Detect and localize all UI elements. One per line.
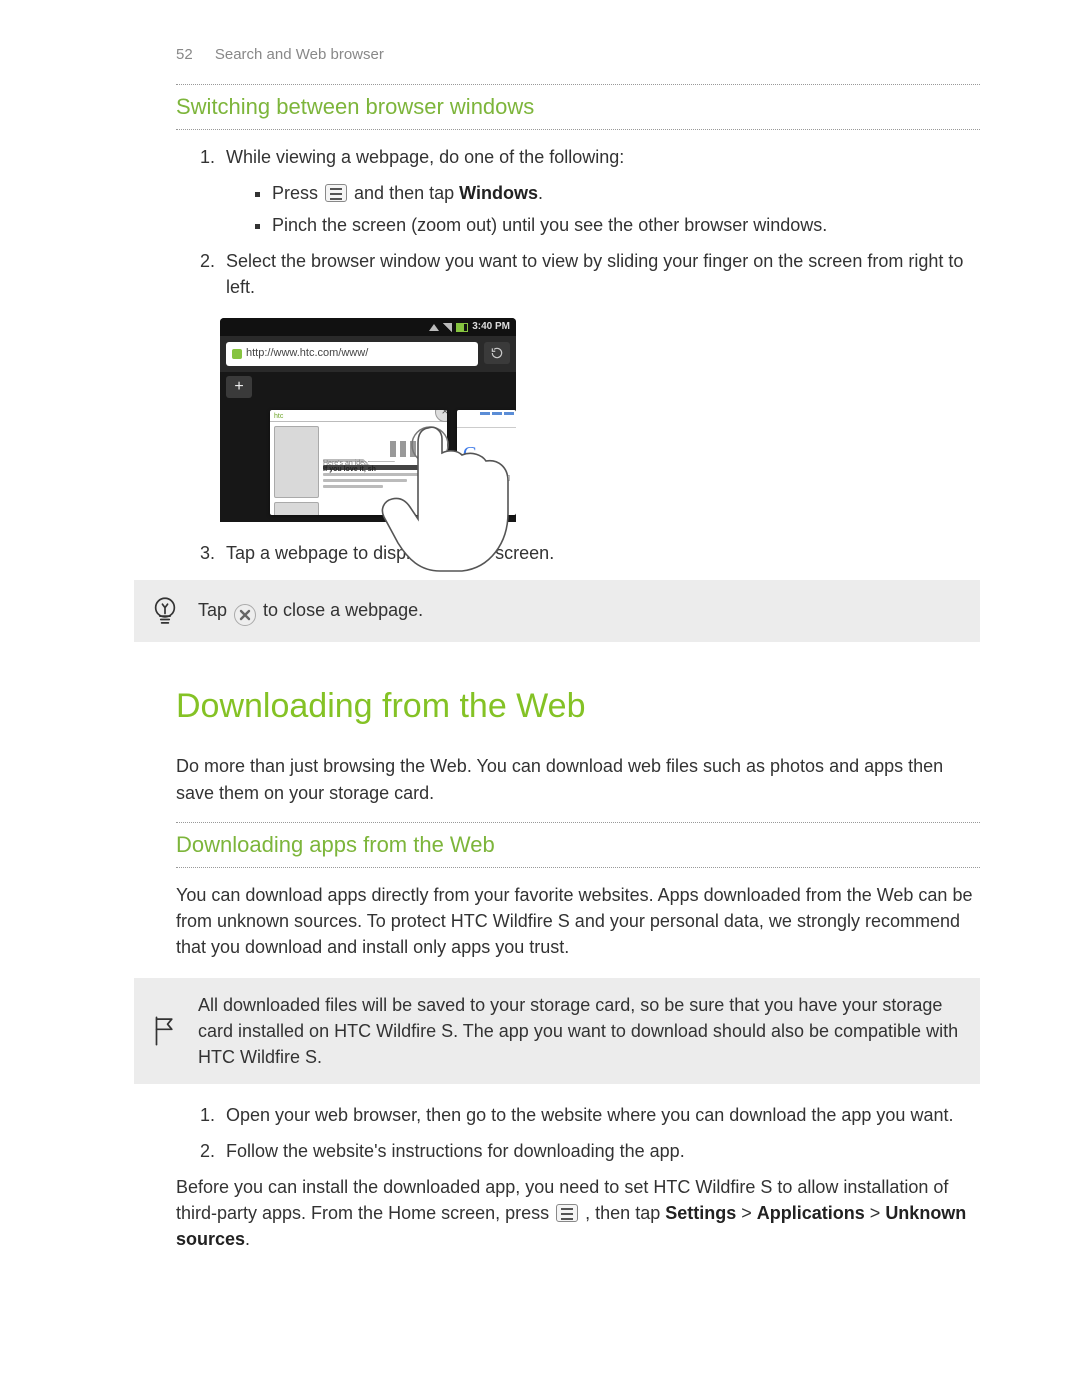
reload-button [484, 342, 510, 364]
tip-text: Tap to close a webpage. [198, 597, 423, 626]
subheading-dl-apps: Downloading apps from the Web [176, 822, 980, 868]
download-steps: Open your web browser, then go to the we… [176, 1102, 980, 1164]
switching-steps: While viewing a webpage, do one of the f… [176, 144, 980, 300]
bullet-pinch: Pinch the screen (zoom out) until you se… [272, 212, 980, 238]
add-tab-button: + [226, 376, 252, 398]
menu-icon [325, 184, 347, 202]
clock-time: 3:40 PM [472, 320, 510, 335]
status-bar: 3:40 PM [220, 318, 516, 336]
step-3: Tap a webpage to display it in full scre… [220, 540, 980, 566]
menu-icon [556, 1204, 578, 1222]
page-header: 52 Search and Web browser [176, 44, 980, 66]
favicon-icon [232, 349, 242, 359]
bullet-press-menu: Press and then tap Windows. [272, 180, 980, 206]
step-1-bullets: Press and then tap Windows. Pinch the sc… [226, 180, 980, 238]
dl-step-2: Follow the website's instructions for do… [220, 1138, 980, 1164]
swipe-hand-icon [350, 403, 550, 573]
download-intro: Do more than just browsing the Web. You … [176, 753, 980, 805]
subheading-switching: Switching between browser windows [176, 84, 980, 130]
step-2: Select the browser window you want to vi… [220, 248, 980, 300]
dl-step-1: Open your web browser, then go to the we… [220, 1102, 980, 1128]
section-title: Search and Web browser [215, 46, 384, 63]
close-icon [234, 604, 256, 626]
signal-icon [443, 323, 452, 332]
settings-label: Settings [665, 1203, 736, 1223]
wifi-icon [429, 322, 439, 331]
battery-icon [456, 323, 468, 332]
tip-bulb-icon [148, 594, 182, 628]
address-field: http://www.htc.com/www/ [226, 342, 478, 366]
applications-label: Applications [757, 1203, 865, 1223]
tip-box: Tap to close a webpage. [134, 580, 980, 642]
url-text: http://www.htc.com/www/ [246, 346, 368, 362]
note-text: All downloaded files will be saved to yo… [198, 992, 966, 1070]
step-1: While viewing a webpage, do one of the f… [220, 144, 980, 238]
heading-downloading: Downloading from the Web [176, 682, 980, 731]
tabs-row: + [220, 372, 516, 402]
note-box: All downloaded files will be saved to yo… [134, 978, 980, 1084]
switching-steps-cont: Tap a webpage to display it in full scre… [176, 540, 980, 566]
flag-icon [148, 1014, 182, 1048]
browser-windows-illustration: 3:40 PM http://www.htc.com/www/ + × htc [220, 318, 550, 522]
url-bar: http://www.htc.com/www/ [220, 336, 516, 372]
dl-apps-paragraph: You can download apps directly from your… [176, 882, 980, 960]
windows-label: Windows [459, 183, 538, 203]
page-number: 52 [176, 46, 193, 63]
install-paragraph: Before you can install the downloaded ap… [176, 1174, 980, 1252]
step-1-text: While viewing a webpage, do one of the f… [226, 147, 624, 167]
